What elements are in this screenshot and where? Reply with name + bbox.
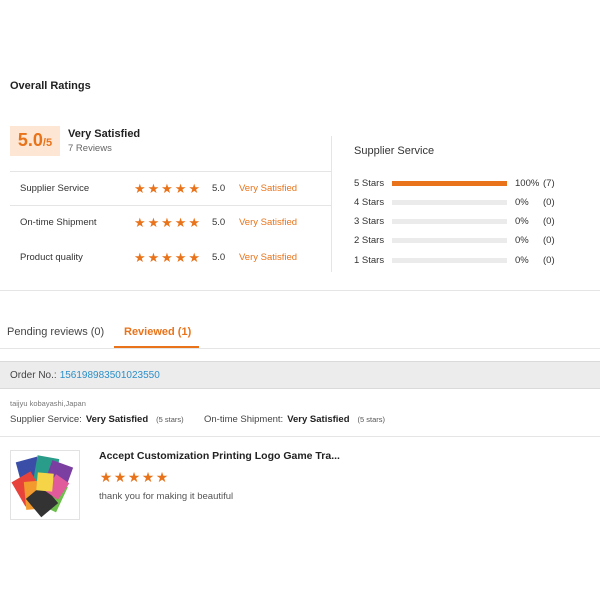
shipment-rating: On-time Shipment: Very Satisfied (5 star… (204, 414, 385, 425)
distribution-bar-fill (392, 180, 507, 186)
star-icon: ★ (174, 180, 187, 196)
star-icon: ★ (188, 214, 200, 230)
distribution-bar-track (392, 218, 507, 224)
rating-label: Product quality (20, 251, 83, 263)
distribution-count: (0) (543, 254, 555, 266)
distribution-percent: 0% (515, 215, 529, 227)
star-distribution-row: 4 Stars 0% (0) (354, 195, 594, 209)
rating-value: 5.0 (212, 182, 226, 194)
overall-score-badge: 5.0 /5 (10, 126, 60, 156)
star-icon: ★ (99, 469, 113, 485)
star-icon: ★ (161, 214, 173, 230)
distribution-percent: 100% (515, 177, 540, 189)
distribution-bar-track (392, 180, 507, 186)
product-star-rating: ★ ★ ★ ★ ★ (99, 469, 169, 485)
divider (10, 205, 332, 206)
star-distribution-row: 2 Stars 0% (0) (354, 233, 594, 247)
star-distribution-row: 1 Stars 0% (0) (354, 253, 594, 267)
supplier-service-stars: (5 stars) (156, 415, 184, 424)
distribution-bar-track (392, 199, 507, 205)
supplier-service-label: Supplier Service: (10, 414, 82, 425)
distribution-bar-track (392, 237, 507, 243)
distribution-count: (0) (543, 234, 555, 246)
distribution-percent: 0% (515, 254, 529, 266)
star-icon: ★ (147, 180, 160, 196)
star-level-label: 5 Stars (354, 177, 385, 189)
review-comment: thank you for making it beautiful (99, 491, 234, 502)
supplier-service-rating: Supplier Service: Very Satisfied (5 star… (10, 414, 184, 425)
distribution-count: (0) (543, 215, 555, 227)
star-level-label: 2 Stars (354, 234, 385, 246)
shipment-stars: (5 stars) (357, 415, 386, 424)
distribution-count: (0) (543, 196, 555, 208)
order-number-link[interactable]: 156198983501023550 (60, 370, 160, 381)
rating-value: 5.0 (212, 251, 226, 263)
star-icon: ★ (188, 180, 200, 196)
supplier-service-value: Very Satisfied (85, 414, 149, 425)
star-icon: ★ (161, 180, 173, 196)
distribution-bar-track (392, 257, 507, 263)
rating-text: Very Satisfied (239, 251, 298, 263)
reviewer-name: taijyu kobayashi,Japan (10, 399, 86, 408)
distribution-percent: 0% (515, 234, 529, 246)
rating-row: On-time Shipment ★ ★ ★ ★ ★ 5.0 Very Satisfied (20, 212, 332, 232)
product-image (11, 455, 74, 518)
star-icon: ★ (127, 469, 141, 485)
star-icon: ★ (147, 249, 160, 265)
star-distribution-row: 5 Stars 100% (7) (354, 176, 594, 190)
rating-value: 5.0 (212, 216, 226, 228)
divider (0, 348, 600, 349)
rating-row: Supplier Service ★ ★ ★ ★ ★ 5.0 Very Satisfied (20, 178, 332, 198)
star-level-label: 3 Stars (354, 215, 385, 227)
order-number-label: Order No.: (10, 369, 57, 381)
star-level-label: 1 Stars (354, 254, 385, 266)
rating-label: Supplier Service (20, 182, 90, 194)
star-icon: ★ (133, 180, 146, 196)
star-icon: ★ (141, 469, 155, 485)
overall-score-value: 5.0 (17, 130, 43, 150)
star-icon: ★ (113, 469, 127, 485)
star-rating: ★ ★ ★ ★ ★ (133, 216, 212, 229)
star-icon: ★ (133, 214, 146, 230)
rating-row: Product quality ★ ★ ★ ★ ★ 5.0 Very Satisfied (20, 247, 332, 267)
star-rating: ★ ★ ★ ★ ★ (133, 182, 212, 195)
review-count: 7 Reviews (68, 143, 112, 154)
star-icon: ★ (188, 249, 200, 265)
product-title-link[interactable]: Accept Customization Printing Logo Game … (99, 450, 340, 462)
distribution-percent: 0% (515, 196, 529, 208)
product-thumbnail[interactable] (10, 450, 80, 520)
star-rating: ★ ★ ★ ★ ★ (133, 251, 212, 264)
star-distribution-row: 3 Stars 0% (0) (354, 214, 594, 228)
star-icon: ★ (174, 249, 187, 265)
tab-reviewed[interactable]: Reviewed (1) (124, 326, 191, 338)
divider (10, 171, 332, 172)
supplier-service-breakdown-title: Supplier Service (354, 145, 435, 157)
distribution-count: (7) (543, 177, 555, 189)
rating-text: Very Satisfied (239, 216, 298, 228)
tab-pending-reviews[interactable]: Pending reviews (0) (7, 326, 104, 338)
rating-label: On-time Shipment (20, 216, 97, 228)
rating-text: Very Satisfied (239, 182, 298, 194)
star-icon: ★ (147, 214, 160, 230)
star-level-label: 4 Stars (354, 196, 385, 208)
divider (0, 436, 600, 437)
overall-ratings-title: Overall Ratings (10, 80, 91, 92)
shipment-value: Very Satisfied (287, 414, 350, 425)
overall-score-suffix: /5 (42, 137, 53, 149)
overall-satisfaction: Very Satisfied (68, 128, 141, 140)
star-icon: ★ (155, 469, 169, 485)
order-bar: Order No.: 156198983501023550 (0, 361, 600, 389)
star-icon: ★ (161, 249, 173, 265)
shipment-label: On-time Shipment: (204, 414, 284, 425)
star-icon: ★ (174, 214, 187, 230)
review-tabs: Pending reviews (0) Reviewed (1) (0, 290, 600, 349)
star-icon: ★ (133, 249, 146, 265)
